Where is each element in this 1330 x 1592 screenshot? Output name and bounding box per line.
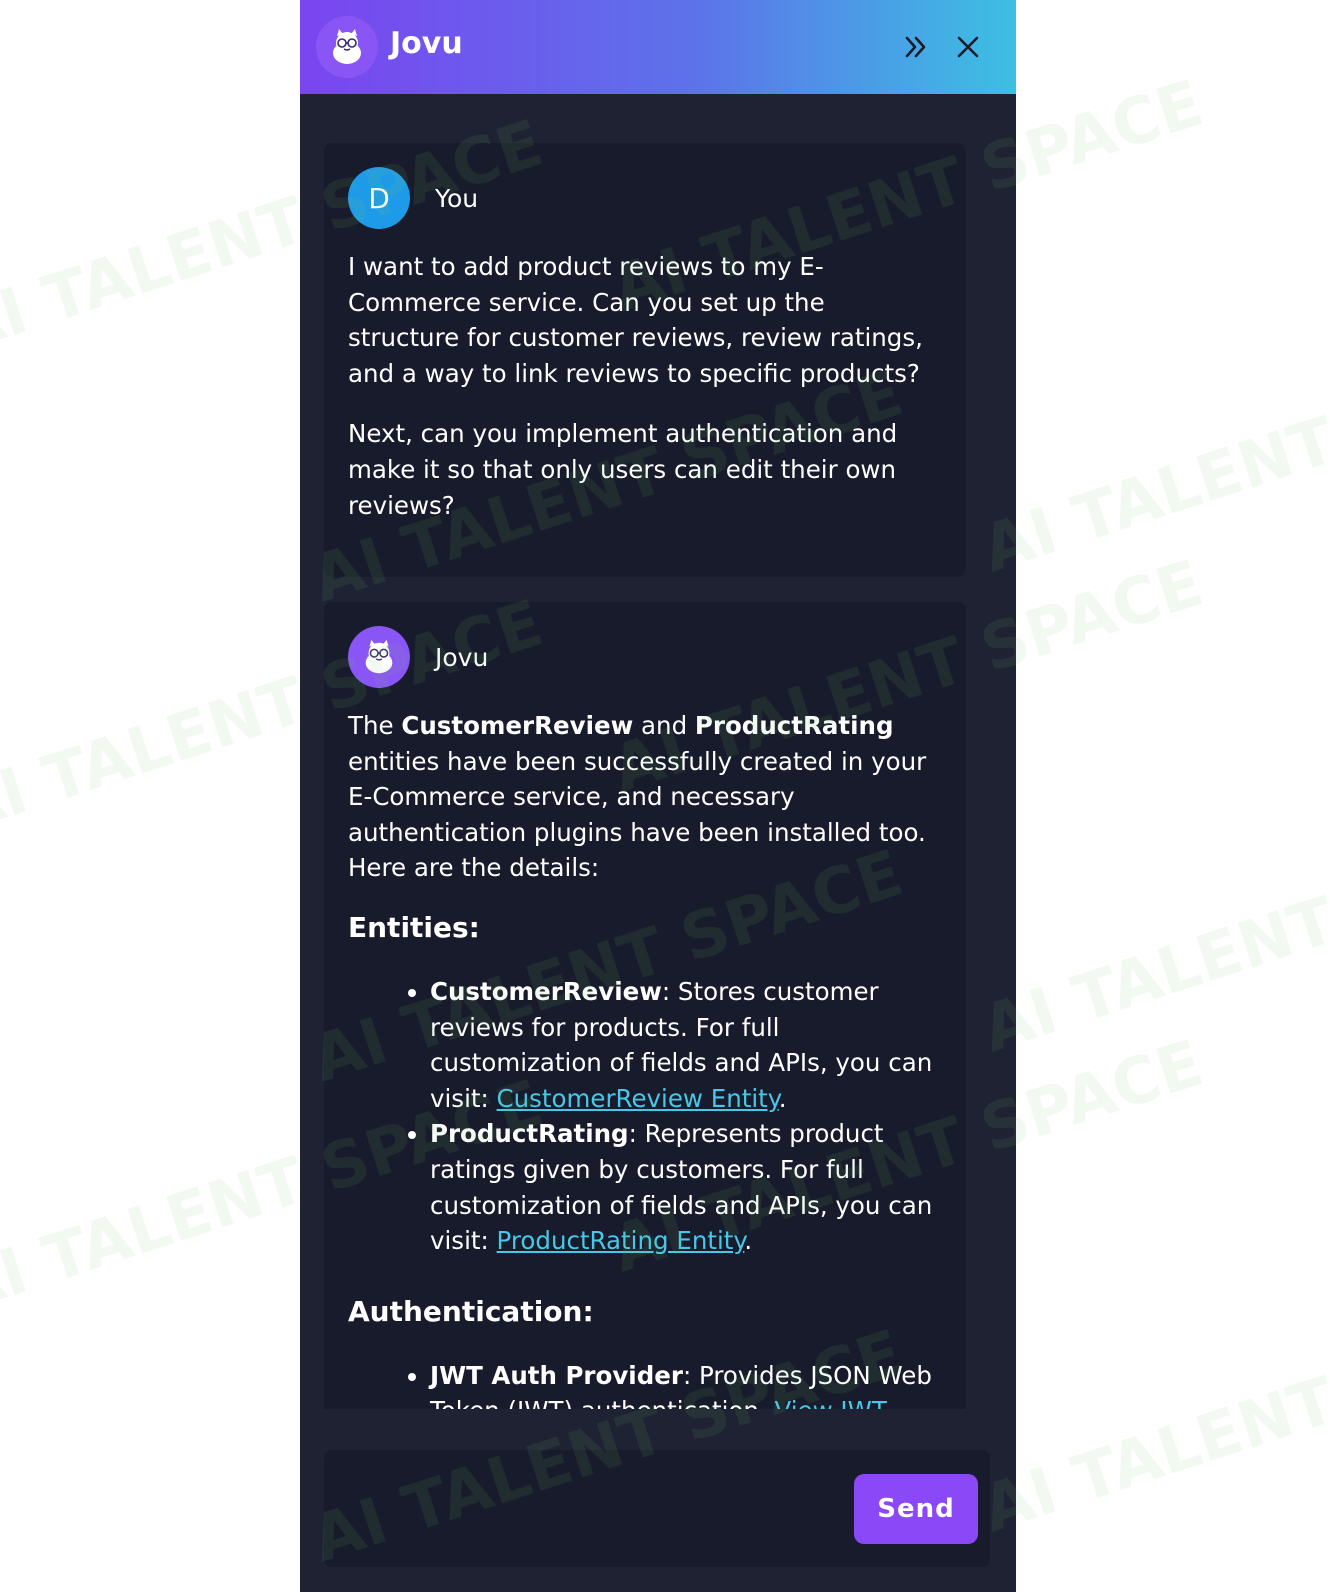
bot-message: Jovu The CustomerReview and ProductRatin… (324, 602, 966, 1423)
message-header: D You (348, 167, 942, 229)
bold-text: CustomerReview (401, 711, 634, 740)
expand-button[interactable] (901, 32, 931, 62)
text-run: . (744, 1226, 753, 1256)
chat-panel: Jovu D You I want to add product reviews… (300, 0, 1016, 1592)
watermark-text: AI TALENT SPACE (973, 807, 1330, 1068)
user-avatar: D (348, 167, 410, 229)
watermark-text: AI TALENT SPACE (973, 327, 1330, 588)
text-run: and (633, 711, 695, 740)
sender-name: You (435, 183, 479, 213)
entity-list: CustomerReview: Stores customer reviews … (348, 974, 942, 1259)
message-paragraph: Next, can you implement authentication a… (348, 419, 898, 520)
jovu-logo (316, 16, 378, 78)
message-composer: Send (324, 1450, 990, 1567)
text-run: entities have been successfully created … (348, 746, 927, 883)
scroll-clip (324, 1409, 966, 1423)
mascot-icon (333, 29, 361, 64)
close-button[interactable] (953, 32, 983, 62)
text-run: The (348, 711, 402, 740)
send-button[interactable]: Send (854, 1474, 978, 1544)
mascot-icon (365, 639, 393, 674)
message-paragraph: The CustomerReview and ProductRating ent… (348, 708, 942, 886)
bot-avatar (348, 626, 410, 688)
close-icon (957, 36, 979, 58)
text-run: . (778, 1083, 787, 1113)
section-heading: Authentication: (348, 1294, 594, 1328)
sender-name: Jovu (435, 642, 489, 672)
entity-link[interactable]: CustomerReview Entity (497, 1084, 779, 1113)
message-list[interactable]: D You I want to add product reviews to m… (324, 143, 966, 1423)
list-item: CustomerReview: Stores customer reviews … (430, 974, 942, 1116)
chat-header: Jovu (300, 0, 1016, 94)
auth-name: JWT Auth Provider (430, 1360, 683, 1390)
entity-name: ProductRating (430, 1119, 629, 1149)
user-message: D You I want to add product reviews to m… (324, 143, 966, 577)
header-title: Jovu (390, 26, 463, 61)
message-input[interactable] (324, 1450, 844, 1567)
section-heading: Entities: (348, 910, 480, 944)
bold-text: ProductRating (694, 711, 894, 740)
entity-link[interactable]: ProductRating Entity (497, 1226, 745, 1255)
watermark-text: AI TALENT SPACE (973, 1287, 1330, 1548)
entity-name: CustomerReview (430, 976, 662, 1006)
message-paragraph: I want to add product reviews to my E-Co… (348, 252, 923, 388)
double-chevron-right-icon (905, 36, 926, 58)
list-item: ProductRating: Represents product rating… (430, 1116, 942, 1258)
message-header: Jovu (348, 626, 942, 688)
